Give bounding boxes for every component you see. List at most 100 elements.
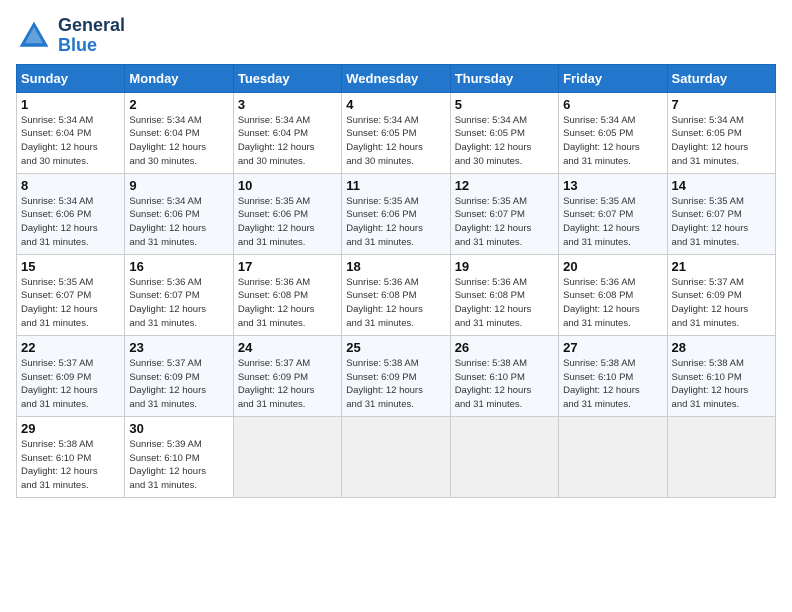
calendar-header-thursday: Thursday (450, 64, 558, 92)
day-detail: Sunrise: 5:39 AMSunset: 6:10 PMDaylight:… (129, 438, 228, 493)
day-number: 9 (129, 178, 228, 193)
day-number: 22 (21, 340, 120, 355)
calendar-cell: 22Sunrise: 5:37 AMSunset: 6:09 PMDayligh… (17, 335, 125, 416)
logo-icon (16, 18, 52, 54)
calendar-cell: 9 Sunrise: 5:34 AMSunset: 6:06 PMDaylight… (125, 173, 233, 254)
day-number: 29 (21, 421, 120, 436)
calendar-cell (233, 416, 341, 497)
calendar-week-row-2: 8 Sunrise: 5:34 AMSunset: 6:06 PMDaylight… (17, 173, 776, 254)
calendar-cell: 4 Sunrise: 5:34 AMSunset: 6:05 PMDaylight… (342, 92, 450, 173)
day-number: 4 (346, 97, 445, 112)
day-number: 14 (672, 178, 771, 193)
day-number: 26 (455, 340, 554, 355)
calendar-cell: 18Sunrise: 5:36 AMSunset: 6:08 PMDayligh… (342, 254, 450, 335)
calendar-week-row-4: 22 Sunrise: 5:37 AMSunset: 6:09 PMDayligh… (17, 335, 776, 416)
day-detail: Sunrise: 5:34 AMSunset: 6:05 PMDaylight:… (346, 114, 445, 169)
day-detail: Sunrise: 5:34 AMSunset: 6:05 PMDaylight:… (455, 114, 554, 169)
calendar-header-sunday: Sunday (17, 64, 125, 92)
day-detail: Sunrise: 5:34 AMSunset: 6:05 PMDaylight:… (563, 114, 662, 169)
calendar-cell: 29 Sunrise: 5:38 AMSunset: 6:10 PMDayligh… (17, 416, 125, 497)
calendar-cell: 28 Sunrise: 5:38 AMSunset: 6:10 PMDayligh… (667, 335, 775, 416)
day-number: 6 (563, 97, 662, 112)
calendar-cell: 8 Sunrise: 5:34 AMSunset: 6:06 PMDaylight… (17, 173, 125, 254)
day-detail: Sunrise: 5:35 AMSunset: 6:06 PMDaylight:… (346, 195, 445, 250)
calendar-cell (342, 416, 450, 497)
calendar-cell (450, 416, 558, 497)
day-detail: Sunrise: 5:34 AMSunset: 6:04 PMDaylight:… (21, 114, 120, 169)
day-detail: Sunrise: 5:36 AMSunset: 6:07 PMDaylight:… (129, 276, 228, 331)
calendar-cell: 21 Sunrise: 5:37 AMSunset: 6:09 PMDayligh… (667, 254, 775, 335)
calendar-cell: 24Sunrise: 5:37 AMSunset: 6:09 PMDayligh… (233, 335, 341, 416)
day-detail: Sunrise: 5:35 AMSunset: 6:07 PMDaylight:… (455, 195, 554, 250)
calendar-cell: 7 Sunrise: 5:34 AMSunset: 6:05 PMDaylight… (667, 92, 775, 173)
day-detail: Sunrise: 5:38 AMSunset: 6:10 PMDaylight:… (563, 357, 662, 412)
day-number: 27 (563, 340, 662, 355)
day-detail: Sunrise: 5:35 AMSunset: 6:06 PMDaylight:… (238, 195, 337, 250)
calendar-header-row: SundayMondayTuesdayWednesdayThursdayFrid… (17, 64, 776, 92)
day-number: 16 (129, 259, 228, 274)
day-number: 17 (238, 259, 337, 274)
calendar-week-row-1: 1 Sunrise: 5:34 AMSunset: 6:04 PMDaylight… (17, 92, 776, 173)
calendar-cell: 25 Sunrise: 5:38 AMSunset: 6:09 PMDayligh… (342, 335, 450, 416)
day-number: 21 (672, 259, 771, 274)
calendar-cell: 16 Sunrise: 5:36 AMSunset: 6:07 PMDayligh… (125, 254, 233, 335)
day-number: 3 (238, 97, 337, 112)
day-number: 12 (455, 178, 554, 193)
calendar-cell: 12 Sunrise: 5:35 AMSunset: 6:07 PMDayligh… (450, 173, 558, 254)
calendar-header-monday: Monday (125, 64, 233, 92)
day-detail: Sunrise: 5:35 AMSunset: 6:07 PMDaylight:… (563, 195, 662, 250)
calendar-cell: 30 Sunrise: 5:39 AMSunset: 6:10 PMDayligh… (125, 416, 233, 497)
day-number: 28 (672, 340, 771, 355)
calendar-header-tuesday: Tuesday (233, 64, 341, 92)
calendar-cell: 20 Sunrise: 5:36 AMSunset: 6:08 PMDayligh… (559, 254, 667, 335)
day-detail: Sunrise: 5:37 AMSunset: 6:09 PMDaylight:… (672, 276, 771, 331)
day-detail: Sunrise: 5:34 AMSunset: 6:05 PMDaylight:… (672, 114, 771, 169)
calendar-header-friday: Friday (559, 64, 667, 92)
calendar-cell: 19Sunrise: 5:36 AMSunset: 6:08 PMDayligh… (450, 254, 558, 335)
day-detail: Sunrise: 5:37 AMSunset: 6:09 PMDaylight:… (129, 357, 228, 412)
day-detail: Sunrise: 5:34 AMSunset: 6:04 PMDaylight:… (238, 114, 337, 169)
day-detail: Sunrise: 5:37 AMSunset: 6:09 PMDaylight:… (238, 357, 337, 412)
calendar-cell: 2 Sunrise: 5:34 AMSunset: 6:04 PMDaylight… (125, 92, 233, 173)
calendar-cell: 26Sunrise: 5:38 AMSunset: 6:10 PMDayligh… (450, 335, 558, 416)
day-number: 23 (129, 340, 228, 355)
day-number: 2 (129, 97, 228, 112)
day-number: 19 (455, 259, 554, 274)
logo-text: General Blue (58, 16, 125, 56)
calendar-cell (667, 416, 775, 497)
calendar-cell: 23 Sunrise: 5:37 AMSunset: 6:09 PMDayligh… (125, 335, 233, 416)
calendar-week-row-3: 15Sunrise: 5:35 AMSunset: 6:07 PMDayligh… (17, 254, 776, 335)
calendar-cell: 15Sunrise: 5:35 AMSunset: 6:07 PMDayligh… (17, 254, 125, 335)
day-detail: Sunrise: 5:38 AMSunset: 6:10 PMDaylight:… (672, 357, 771, 412)
calendar-cell: 13 Sunrise: 5:35 AMSunset: 6:07 PMDayligh… (559, 173, 667, 254)
calendar-cell: 6 Sunrise: 5:34 AMSunset: 6:05 PMDaylight… (559, 92, 667, 173)
day-detail: Sunrise: 5:34 AMSunset: 6:04 PMDaylight:… (129, 114, 228, 169)
calendar-table: SundayMondayTuesdayWednesdayThursdayFrid… (16, 64, 776, 498)
day-number: 8 (21, 178, 120, 193)
calendar-cell: 10 Sunrise: 5:35 AMSunset: 6:06 PMDayligh… (233, 173, 341, 254)
day-number: 7 (672, 97, 771, 112)
day-number: 13 (563, 178, 662, 193)
calendar-header-saturday: Saturday (667, 64, 775, 92)
calendar-cell: 5Sunrise: 5:34 AMSunset: 6:05 PMDaylight… (450, 92, 558, 173)
logo: General Blue (16, 16, 125, 56)
day-number: 25 (346, 340, 445, 355)
calendar-cell: 3 Sunrise: 5:34 AMSunset: 6:04 PMDaylight… (233, 92, 341, 173)
calendar-cell: 27 Sunrise: 5:38 AMSunset: 6:10 PMDayligh… (559, 335, 667, 416)
day-detail: Sunrise: 5:36 AMSunset: 6:08 PMDaylight:… (563, 276, 662, 331)
day-number: 10 (238, 178, 337, 193)
calendar-week-row-5: 29 Sunrise: 5:38 AMSunset: 6:10 PMDayligh… (17, 416, 776, 497)
day-detail: Sunrise: 5:36 AMSunset: 6:08 PMDaylight:… (238, 276, 337, 331)
day-number: 20 (563, 259, 662, 274)
day-detail: Sunrise: 5:38 AMSunset: 6:09 PMDaylight:… (346, 357, 445, 412)
day-number: 1 (21, 97, 120, 112)
calendar-cell: 17 Sunrise: 5:36 AMSunset: 6:08 PMDayligh… (233, 254, 341, 335)
calendar-header-wednesday: Wednesday (342, 64, 450, 92)
day-detail: Sunrise: 5:35 AMSunset: 6:07 PMDaylight:… (672, 195, 771, 250)
calendar-cell: 14 Sunrise: 5:35 AMSunset: 6:07 PMDayligh… (667, 173, 775, 254)
day-detail: Sunrise: 5:34 AMSunset: 6:06 PMDaylight:… (21, 195, 120, 250)
day-detail: Sunrise: 5:34 AMSunset: 6:06 PMDaylight:… (129, 195, 228, 250)
day-detail: Sunrise: 5:38 AMSunset: 6:10 PMDaylight:… (21, 438, 120, 493)
page-header: General Blue (16, 16, 776, 56)
day-number: 30 (129, 421, 228, 436)
